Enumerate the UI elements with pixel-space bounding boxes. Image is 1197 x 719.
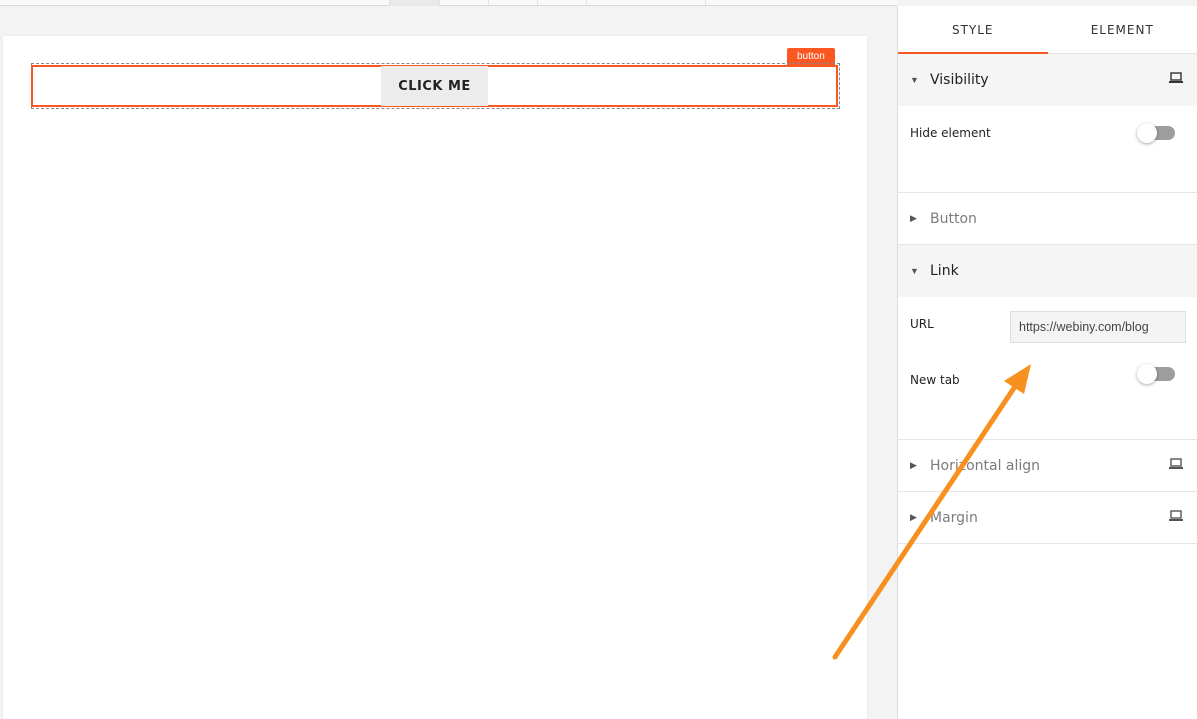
section-title: Button bbox=[930, 210, 977, 227]
section-margin-header[interactable]: ▶ Margin bbox=[898, 492, 1197, 544]
section-link-body: URL New tab bbox=[898, 297, 1197, 440]
click-me-button[interactable]: CLICK ME bbox=[381, 66, 488, 106]
tab-element[interactable]: ELEMENT bbox=[1048, 6, 1197, 53]
section-horizontal-align-header[interactable]: ▶ Horizontal align bbox=[898, 440, 1197, 492]
caret-down-icon: ▼ bbox=[910, 266, 919, 276]
editor-canvas: button CLICK ME bbox=[3, 36, 867, 719]
caret-right-icon: ▶ bbox=[910, 512, 917, 522]
url-input[interactable] bbox=[1010, 311, 1186, 343]
panel-tabs: STYLE ELEMENT bbox=[898, 6, 1197, 54]
toggle-knob bbox=[1137, 364, 1157, 384]
section-button-header[interactable]: ▶ Button bbox=[898, 193, 1197, 245]
toolbar-segment[interactable] bbox=[538, 0, 587, 6]
toolbar-segment[interactable] bbox=[440, 0, 489, 6]
laptop-icon[interactable] bbox=[1169, 72, 1183, 84]
top-toolbar bbox=[0, 0, 897, 6]
section-title: Margin bbox=[930, 509, 978, 526]
caret-right-icon: ▶ bbox=[910, 213, 917, 223]
section-link-header[interactable]: ▼ Link bbox=[898, 245, 1197, 297]
toolbar-segment-active[interactable] bbox=[390, 0, 440, 6]
url-row: URL bbox=[898, 297, 1197, 353]
laptop-icon[interactable] bbox=[1169, 510, 1183, 522]
new-tab-toggle[interactable] bbox=[1137, 364, 1175, 384]
hide-element-toggle[interactable] bbox=[1137, 123, 1175, 143]
section-title: Horizontal align bbox=[930, 457, 1041, 474]
url-label: URL bbox=[910, 317, 934, 331]
hide-element-label: Hide element bbox=[910, 126, 991, 140]
new-tab-row: New tab bbox=[898, 353, 1197, 409]
caret-right-icon: ▶ bbox=[910, 460, 917, 470]
caret-down-icon: ▼ bbox=[910, 75, 919, 85]
hide-element-row: Hide element bbox=[898, 106, 1197, 162]
toolbar-segment[interactable] bbox=[340, 0, 390, 6]
laptop-icon[interactable] bbox=[1169, 458, 1183, 470]
toggle-knob bbox=[1137, 123, 1157, 143]
new-tab-label: New tab bbox=[910, 373, 960, 387]
settings-panel: STYLE ELEMENT ▼ Visibility Hide element … bbox=[897, 6, 1197, 719]
section-visibility-header[interactable]: ▼ Visibility bbox=[898, 54, 1197, 106]
tab-style[interactable]: STYLE bbox=[898, 6, 1048, 54]
toolbar-segment[interactable] bbox=[489, 0, 538, 6]
section-title: Visibility bbox=[930, 72, 989, 88]
section-visibility-body: Hide element bbox=[898, 106, 1197, 193]
toolbar-segment[interactable] bbox=[587, 0, 706, 6]
section-title: Link bbox=[930, 263, 959, 279]
